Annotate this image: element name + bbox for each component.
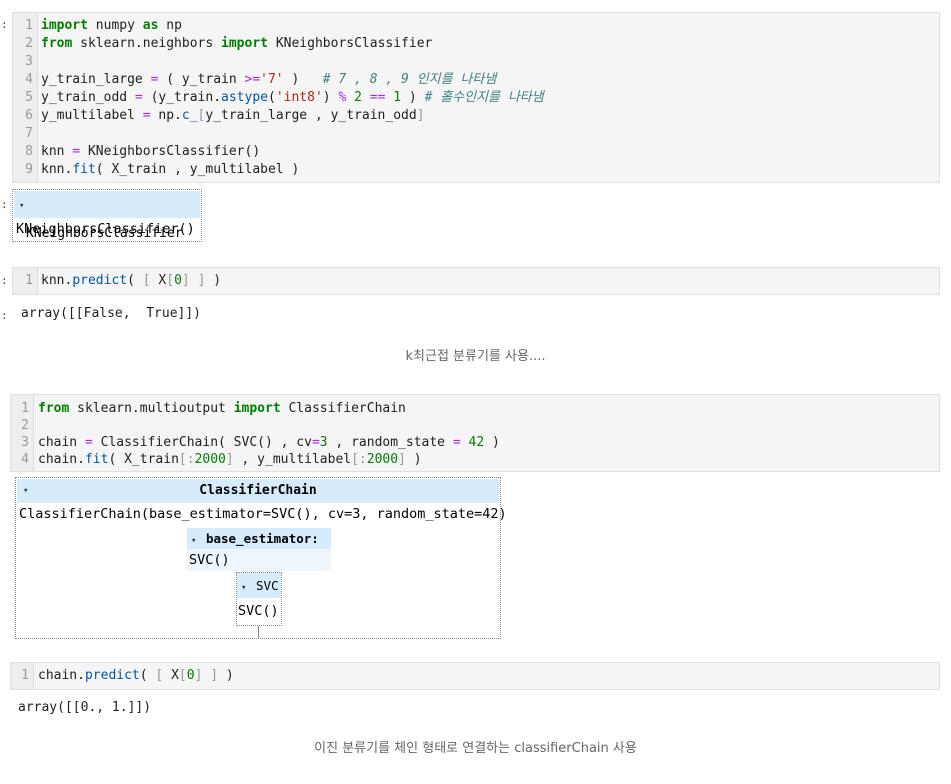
svc-estimator-box: ▾ SVC SVC() — [236, 572, 282, 626]
code-line: y_train_odd = (y_train.astype('int8') % … — [41, 90, 544, 105]
estimator-name: ClassifierChain — [199, 483, 317, 498]
estimator-repr: ClassifierChain(base_estimator=SVC(), cv… — [19, 506, 507, 522]
line-number: 7 — [25, 126, 33, 141]
svc-estimator-header[interactable]: ▾ SVC — [237, 573, 281, 598]
base-estimator-repr: SVC() — [189, 552, 230, 568]
caption-chain: 이진 분류기를 체인 형태로 연결하는 classifierChain 사용 — [314, 741, 637, 756]
predict-output: array([[0., 1.]]) — [18, 700, 152, 715]
line-number: 1 — [21, 401, 29, 416]
code-line: chain = ClassifierChain( SVC() , cv=3 , … — [38, 435, 500, 450]
code-cell-4[interactable]: 1 chain.predict( [ X[0] ] ) — [10, 662, 940, 690]
line-number: 1 — [21, 668, 29, 683]
code-line: import numpy as np — [41, 18, 182, 33]
line-number: 8 — [25, 144, 33, 159]
line-number: 1 — [25, 273, 33, 288]
code-cell-1[interactable]: 1 2 3 4 5 6 7 8 9 import numpy as np fro… — [12, 12, 940, 183]
line-number: 5 — [25, 90, 33, 105]
chain-estimator-header[interactable]: ▾ ClassifierChain — [17, 479, 499, 503]
code-line: chain.fit( X_train[:2000] , y_multilabel… — [38, 452, 422, 467]
code-line: from sklearn.neighbors import KNeighbors… — [41, 36, 433, 51]
code-line: from sklearn.multioutput import Classifi… — [38, 401, 406, 416]
knn-estimator-header[interactable]: ▾ KNeighborsClassifier — [14, 191, 200, 241]
svc-label: SVC — [255, 578, 279, 593]
knn-estimator-box: ▾ KNeighborsClassifier KNeighborsClassif… — [12, 189, 202, 242]
line-number: 9 — [25, 162, 33, 177]
code-line: y_train_large = ( y_train >='7' ) # 7 , … — [41, 72, 497, 87]
line-number: 4 — [21, 452, 29, 467]
output-prompt: : — [1, 198, 8, 211]
line-number: 1 — [25, 18, 33, 33]
line-number: 3 — [21, 435, 29, 450]
output-prompt: : — [1, 309, 8, 322]
cell-prompt: : — [1, 18, 8, 31]
svc-repr: SVC() — [238, 603, 279, 619]
line-number: 3 — [25, 54, 33, 69]
connector-line — [258, 626, 259, 638]
line-number: 4 — [25, 72, 33, 87]
code-line: knn = KNeighborsClassifier() — [41, 144, 261, 159]
line-number: 2 — [21, 418, 29, 433]
estimator-repr: KNeighborsClassifier() — [16, 221, 195, 237]
line-number: 6 — [25, 108, 33, 123]
code-cell-2[interactable]: 1 knn.predict( [ X[0] ] ) — [12, 267, 940, 295]
code-line: knn.predict( [ X[0] ] ) — [41, 273, 222, 288]
code-cell-3[interactable]: 1 2 3 4 from sklearn.multioutput import … — [10, 394, 940, 472]
toggle-triangle-icon: ▾ — [191, 536, 197, 546]
code-line: y_multilabel = np.c_[y_train_large , y_t… — [41, 108, 425, 123]
caption-knn: k최근접 분류기를 사용.... — [405, 349, 546, 364]
toggle-triangle-icon: ▾ — [19, 201, 25, 211]
cell-prompt: : — [1, 274, 8, 287]
code-line: knn.fit( X_train , y_multilabel ) — [41, 162, 300, 177]
base-estimator-header[interactable]: ▾ base_estimator: SVC — [187, 528, 331, 570]
code-line: chain.predict( [ X[0] ] ) — [38, 668, 234, 683]
toggle-triangle-icon: ▾ — [241, 583, 247, 593]
chain-estimator-box: ▾ ClassifierChain ClassifierChain(base_e… — [15, 477, 507, 639]
line-number: 2 — [25, 36, 33, 51]
predict-output: array([[False, True]]) — [21, 306, 202, 321]
